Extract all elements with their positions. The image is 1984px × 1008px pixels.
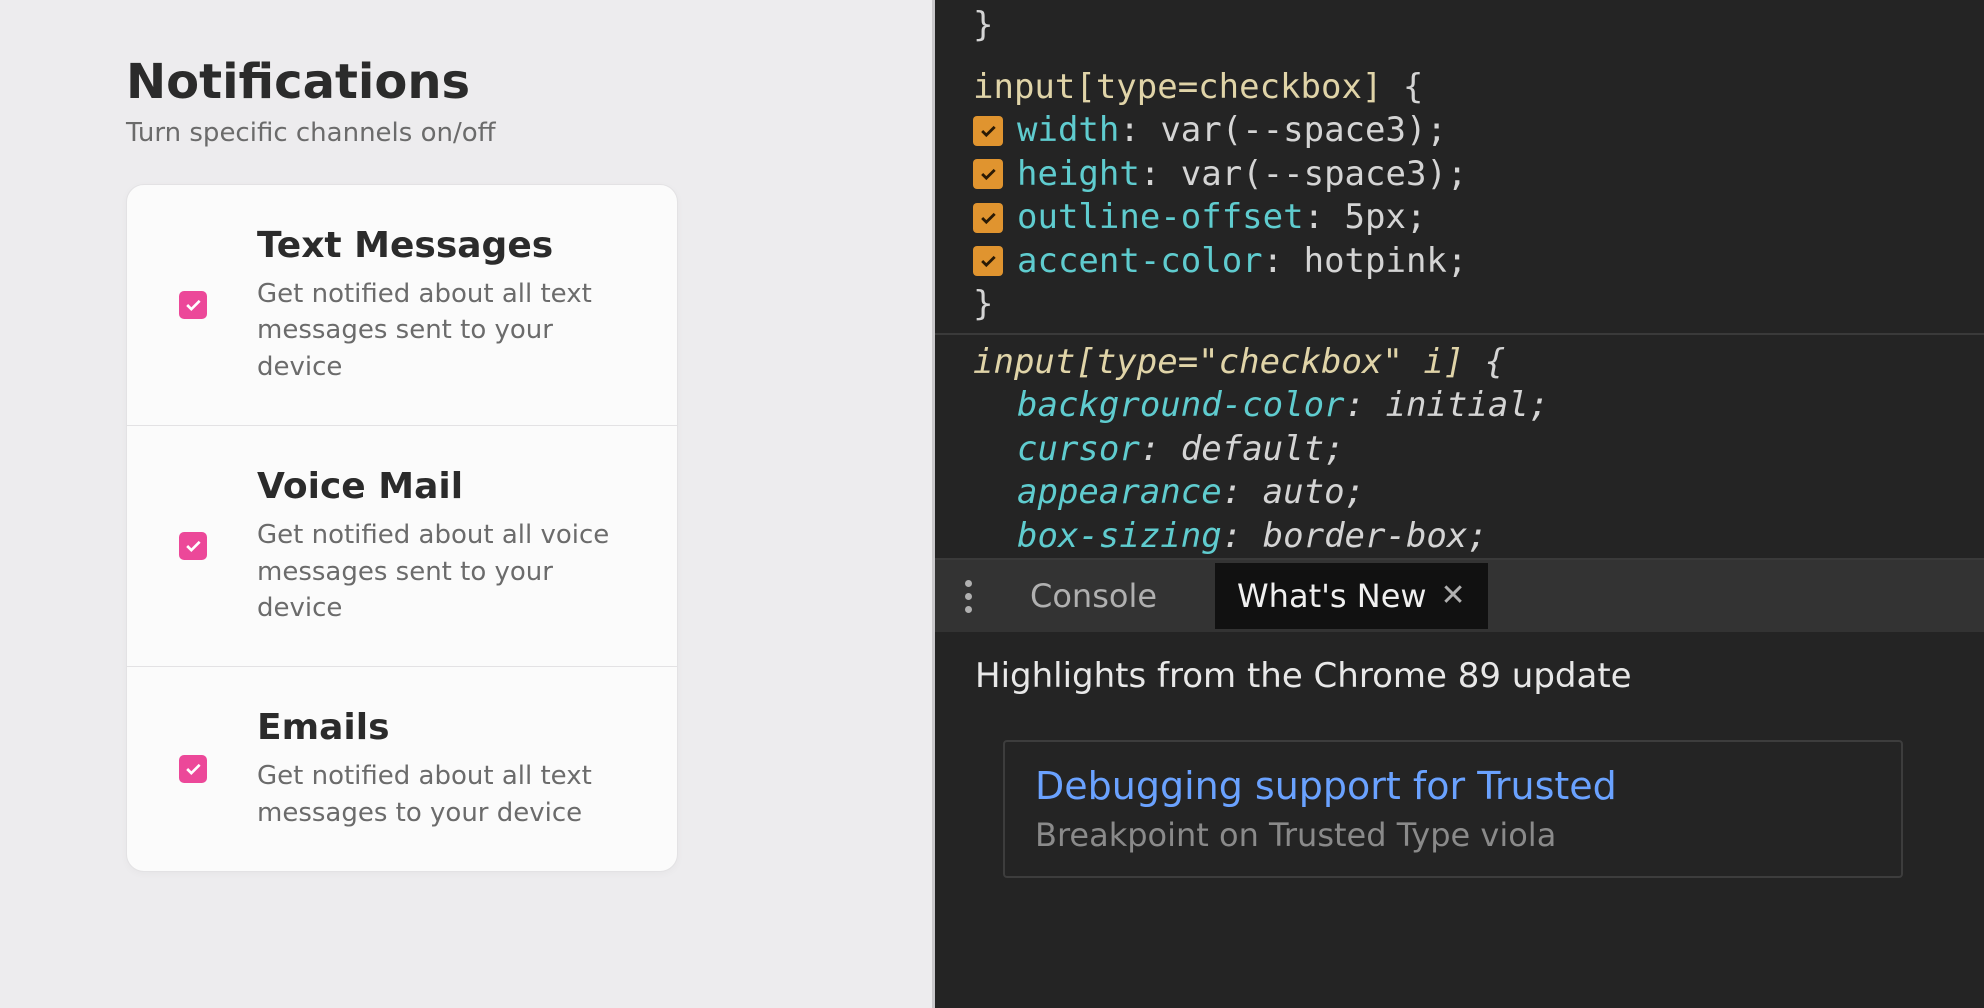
checkbox-text-messages[interactable]	[179, 291, 207, 319]
css-brace-close: }	[935, 283, 1984, 327]
checkbox-emails[interactable]	[179, 755, 207, 783]
checkmark-icon	[978, 164, 998, 184]
notification-row: Emails Get notified about all text messa…	[127, 667, 677, 871]
css-declaration[interactable]: accent-color: hotpink;	[935, 240, 1984, 284]
drawer-body: Highlights from the Chrome 89 update Deb…	[935, 632, 1984, 878]
css-declaration[interactable]: height: var(--space3);	[935, 153, 1984, 197]
notification-row-text: Emails Get notified about all text messa…	[257, 707, 637, 831]
notification-row-text: Voice Mail Get notified about all voice …	[257, 466, 637, 626]
notification-item-desc: Get notified about all text messages sen…	[257, 276, 637, 385]
tab-label: What's New	[1237, 577, 1427, 615]
notifications-subheading: Turn specific channels on/off	[126, 118, 935, 148]
notifications-card: Text Messages Get notified about all tex…	[126, 184, 678, 872]
close-icon[interactable]: ✕	[1441, 581, 1466, 611]
css-property-toggle[interactable]	[973, 203, 1003, 233]
css-brace-close: }	[935, 4, 1984, 48]
page-preview-panel: Notifications Turn specific channels on/…	[0, 0, 935, 1008]
drawer-tabbar: Console What's New ✕	[935, 560, 1984, 632]
css-declaration-ua: box-sizing: border-box;	[935, 515, 1984, 559]
whats-new-card-title[interactable]: Debugging support for Trusted	[1035, 764, 1871, 808]
checkmark-icon	[978, 121, 998, 141]
devtools-panel: } input[type=checkbox] { width: var(--sp…	[935, 0, 1984, 1008]
rule-separator	[935, 333, 1984, 335]
css-property-toggle[interactable]	[973, 159, 1003, 189]
css-declaration[interactable]: width: var(--space3);	[935, 109, 1984, 153]
notifications-heading: Notifications	[126, 54, 935, 110]
devtools-drawer: Console What's New ✕ Highlights from the…	[935, 560, 1984, 1008]
notification-row-text: Text Messages Get notified about all tex…	[257, 225, 637, 385]
css-declaration[interactable]: outline-offset: 5px;	[935, 196, 1984, 240]
checkmark-icon	[978, 251, 998, 271]
notification-item-desc: Get notified about all text messages to …	[257, 758, 637, 831]
notification-item-title: Emails	[257, 707, 637, 748]
whats-new-card[interactable]: Debugging support for Trusted Breakpoint…	[1003, 740, 1903, 878]
checkmark-icon	[978, 208, 998, 228]
css-declaration-ua: cursor: default;	[935, 428, 1984, 472]
tab-label: Console	[1030, 577, 1157, 615]
tab-whats-new[interactable]: What's New ✕	[1215, 563, 1488, 629]
css-selector-line-ua: input[type="checkbox" i] {	[935, 341, 1984, 385]
styles-pane[interactable]: } input[type=checkbox] { width: var(--sp…	[935, 0, 1984, 560]
notification-item-desc: Get notified about all voice messages se…	[257, 517, 637, 626]
css-declaration-ua: background-color: initial;	[935, 384, 1984, 428]
notification-row: Text Messages Get notified about all tex…	[127, 185, 677, 426]
notification-item-title: Voice Mail	[257, 466, 637, 507]
css-property-toggle[interactable]	[973, 116, 1003, 146]
css-selector-line[interactable]: input[type=checkbox] {	[935, 66, 1984, 110]
css-property-toggle[interactable]	[973, 246, 1003, 276]
notification-row: Voice Mail Get notified about all voice …	[127, 426, 677, 667]
css-declaration-ua: appearance: auto;	[935, 471, 1984, 515]
kebab-menu-icon[interactable]	[965, 580, 972, 613]
checkbox-voice-mail[interactable]	[179, 532, 207, 560]
whats-new-headline: Highlights from the Chrome 89 update	[975, 656, 1984, 696]
whats-new-card-subtitle: Breakpoint on Trusted Type viola	[1035, 816, 1871, 854]
checkmark-icon	[183, 295, 203, 315]
notification-item-title: Text Messages	[257, 225, 637, 266]
checkmark-icon	[183, 536, 203, 556]
checkmark-icon	[183, 759, 203, 779]
tab-console[interactable]: Console	[1008, 563, 1179, 629]
